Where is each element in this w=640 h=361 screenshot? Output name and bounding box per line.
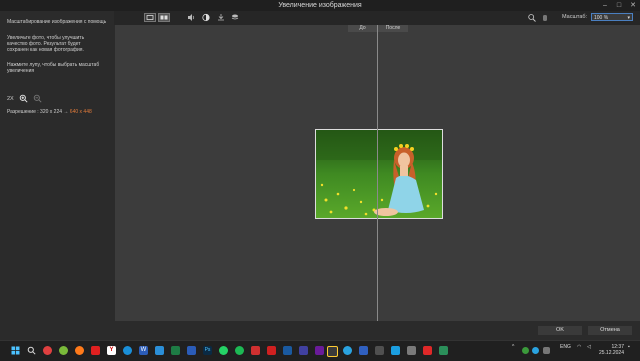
volume-icon[interactable]: ◁ (587, 344, 591, 350)
resolution-info: Разрешение : 320 x 224 → 640 x 448 (7, 109, 92, 115)
edge-icon[interactable] (123, 346, 132, 355)
sidebar-heading: Масштабирование изображения с помощь (7, 19, 107, 25)
magnifier-icon[interactable] (527, 13, 537, 22)
tray-telegram-icon[interactable] (532, 347, 539, 354)
active-app-icon[interactable] (327, 346, 338, 357)
app-blue-icon[interactable] (155, 346, 164, 355)
chrome-icon[interactable] (43, 346, 52, 355)
split-divider[interactable] (377, 25, 378, 321)
photo-image (316, 130, 442, 218)
app-green2-icon[interactable] (439, 346, 448, 355)
tray-language[interactable]: ENG (560, 344, 571, 350)
clock-date: 25.12.2024 (598, 350, 624, 356)
taskbar: Y W Ps ^ ENG ◠ ◁ 12:37 25.12.2024 ▪ (0, 340, 640, 361)
zoom-controls: 2X (7, 94, 42, 103)
telegram-icon[interactable] (343, 346, 352, 355)
app-doc-icon[interactable] (187, 346, 196, 355)
single-view-icon (146, 15, 154, 20)
layers-icon[interactable] (230, 13, 240, 22)
app-gray-icon[interactable] (375, 346, 384, 355)
preview-canvas[interactable]: До После (115, 25, 640, 321)
taskbar-clock[interactable]: 12:37 25.12.2024 (599, 344, 624, 356)
maximize-button[interactable]: □ (612, 0, 626, 11)
tray-chevron-icon[interactable]: ^ (512, 344, 514, 350)
ok-button[interactable]: OK (538, 326, 582, 335)
app-purple2-icon[interactable] (315, 346, 324, 355)
zoom-label: Масштаб: (562, 14, 588, 20)
windows-start-icon[interactable] (11, 346, 20, 355)
app-red-icon[interactable] (91, 346, 100, 355)
app-purple-icon[interactable] (299, 346, 308, 355)
app-red2-icon[interactable] (251, 346, 260, 355)
before-label: До (348, 25, 377, 32)
zoom-select[interactable]: 100 % ▾ (591, 13, 633, 21)
chevron-down-icon: ▾ (627, 15, 630, 21)
minimize-button[interactable]: – (598, 0, 612, 11)
word-icon[interactable]: W (139, 346, 148, 355)
firefox-icon[interactable] (75, 346, 84, 355)
yandex-icon[interactable]: Y (107, 346, 116, 355)
excel-icon[interactable] (171, 346, 180, 355)
tray-cloud-icon[interactable] (543, 347, 550, 354)
wifi-icon[interactable]: ◠ (577, 344, 581, 350)
window-titlebar: Увеличение изображения – □ ✕ (0, 0, 640, 11)
zoom-factor: 2X (7, 95, 14, 102)
dialog-footer: OK Отмена (0, 321, 640, 340)
window-title: Увеличение изображения (278, 2, 362, 9)
single-view-button[interactable] (144, 13, 156, 22)
after-label: После (378, 25, 408, 32)
app-green-icon[interactable] (59, 346, 68, 355)
contrast-icon[interactable] (201, 13, 211, 22)
tray-app-icon[interactable] (522, 347, 529, 354)
app-blue2-icon[interactable] (283, 346, 292, 355)
zoom-out-icon[interactable] (33, 94, 42, 103)
hand-icon[interactable] (540, 13, 550, 22)
cancel-button[interactable]: Отмена (588, 326, 632, 335)
app-red4-icon[interactable] (423, 346, 432, 355)
sidebar-hint: Нажмите лупу, чтобы выбрать масштаб увел… (7, 62, 100, 74)
app-gray2-icon[interactable] (407, 346, 416, 355)
whatsapp-icon[interactable] (219, 346, 228, 355)
search-icon[interactable] (27, 346, 36, 355)
sidebar-description: Увеличьте фото, чтобы улучшить качество … (7, 35, 85, 53)
app-blue3-icon[interactable] (359, 346, 368, 355)
split-view-icon (160, 15, 168, 20)
zoom-value: 100 % (594, 15, 609, 21)
download-icon[interactable] (216, 13, 226, 22)
photoshop-icon[interactable]: Ps (203, 346, 212, 355)
resolution-label: Разрешение : 320 x 224 → (7, 109, 69, 115)
resolution-new: 640 x 448 (69, 109, 92, 115)
close-button[interactable]: ✕ (626, 0, 640, 11)
sound-icon[interactable] (186, 13, 196, 22)
notification-icon[interactable]: ▪ (628, 344, 630, 350)
spotify-icon[interactable] (235, 346, 244, 355)
zoom-in-icon[interactable] (19, 94, 28, 103)
split-view-button[interactable] (158, 13, 170, 22)
preview-photo (315, 129, 443, 219)
sidebar: Масштабирование изображения с помощь Уве… (0, 11, 114, 321)
app-red3-icon[interactable] (267, 346, 276, 355)
app-blue4-icon[interactable] (391, 346, 400, 355)
